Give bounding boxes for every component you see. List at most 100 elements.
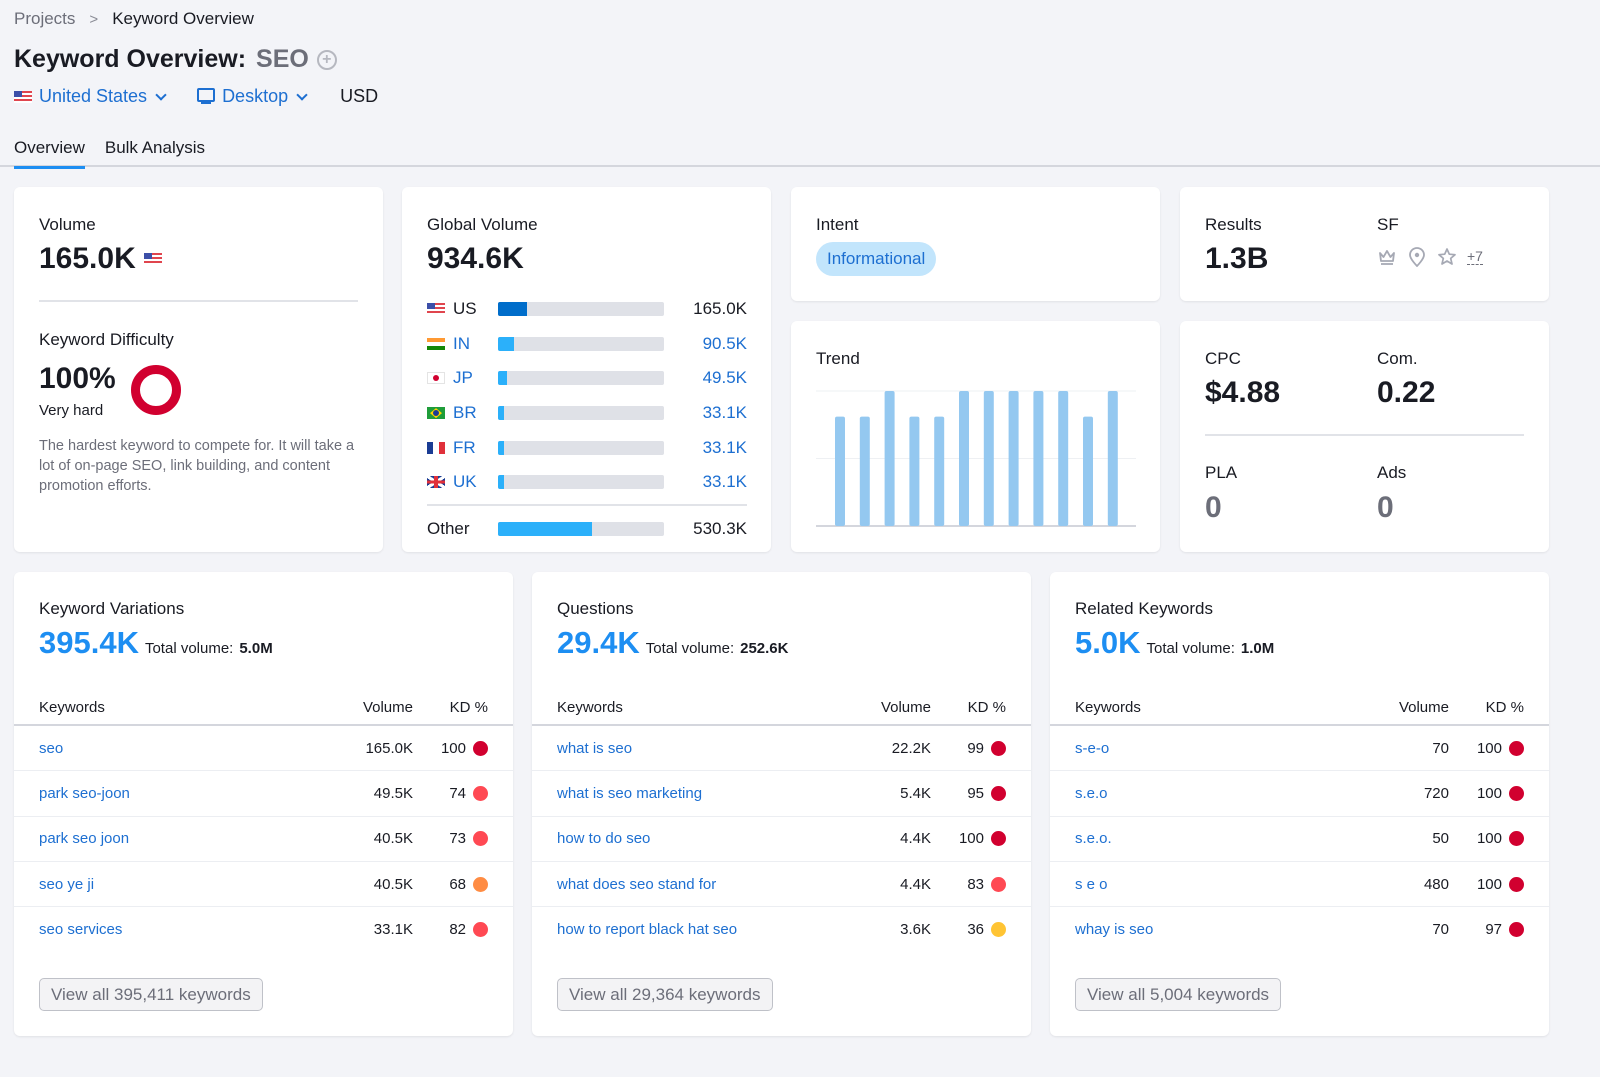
trend-card: Trend bbox=[791, 321, 1160, 552]
country-volume-value[interactable]: 33.1K bbox=[664, 403, 747, 423]
keyword-link[interactable]: what is seo bbox=[557, 740, 841, 757]
count-row: 5.0K Total volume: 1.0M bbox=[1075, 625, 1274, 661]
country-code[interactable]: FR bbox=[453, 438, 498, 458]
country-volume-bar bbox=[498, 475, 664, 490]
total-volume-label: Total volume: bbox=[1146, 640, 1235, 657]
in-flag-icon bbox=[427, 337, 445, 350]
keyword-link[interactable]: s.e.o bbox=[1075, 785, 1359, 802]
trend-bar[interactable] bbox=[959, 391, 969, 526]
country-volume-value[interactable]: 33.1K bbox=[664, 438, 747, 458]
keyword-count-link[interactable]: 5.0K bbox=[1075, 625, 1140, 661]
difficulty-dot-icon bbox=[991, 740, 1006, 756]
trend-bar[interactable] bbox=[835, 416, 845, 526]
trend-bar[interactable] bbox=[1058, 391, 1069, 526]
global-volume-card: Global Volume 934.6K US 165.0K IN 90.5K JP 49… bbox=[402, 187, 771, 552]
divider bbox=[427, 503, 747, 506]
country-code[interactable]: UK bbox=[453, 472, 498, 492]
chevron-down-icon bbox=[296, 88, 308, 101]
tab-overview[interactable]: Overview bbox=[14, 136, 85, 169]
count-row: 29.4K Total volume: 252.6K bbox=[557, 625, 788, 661]
trend-bar[interactable] bbox=[1033, 391, 1044, 526]
trend-bar[interactable] bbox=[1083, 416, 1093, 526]
country-volume-value[interactable]: 90.5K bbox=[664, 334, 747, 354]
keyword-count-link[interactable]: 395.4K bbox=[39, 625, 139, 661]
trend-bar[interactable] bbox=[859, 416, 870, 526]
trend-label: Trend bbox=[816, 349, 860, 368]
view-all-keywords-button[interactable]: View all 29,364 keywords bbox=[557, 978, 773, 1011]
difficulty-dot-icon bbox=[1509, 831, 1524, 847]
intent-badge[interactable]: Informational bbox=[816, 242, 937, 276]
difficulty-dot-icon bbox=[1509, 785, 1524, 801]
volume-value: 480 bbox=[1423, 875, 1449, 893]
trend-bar[interactable] bbox=[884, 391, 895, 526]
kd-value: 100 bbox=[1476, 784, 1502, 802]
keyword-link[interactable]: seo bbox=[39, 740, 323, 757]
keyword-link[interactable]: park seo-joon bbox=[39, 785, 323, 802]
trend-bar[interactable] bbox=[909, 416, 920, 526]
kd-value: 100 bbox=[1476, 830, 1502, 848]
country-code[interactable]: JP bbox=[453, 368, 498, 388]
difficulty-dot-icon bbox=[473, 922, 488, 938]
serp-features-label: SF bbox=[1377, 215, 1399, 234]
kd-value: 99 bbox=[967, 739, 984, 757]
volume-value: 33.1K bbox=[373, 921, 413, 939]
crown-icon[interactable] bbox=[1377, 247, 1397, 267]
column-header-kd: KD % bbox=[1485, 698, 1524, 716]
kd-value: 74 bbox=[449, 784, 466, 802]
trend-bar[interactable] bbox=[1008, 391, 1019, 526]
keyword-link[interactable]: seo ye ji bbox=[39, 876, 323, 893]
us-flag-icon bbox=[427, 303, 445, 316]
difficulty-dot-icon bbox=[991, 831, 1006, 847]
add-to-list-icon[interactable]: + bbox=[316, 49, 337, 70]
star-icon[interactable] bbox=[1437, 247, 1457, 267]
device-dropdown[interactable]: Desktop bbox=[197, 86, 308, 107]
volume-value: 5.4K bbox=[900, 784, 931, 802]
keyword-link[interactable]: s e o bbox=[1075, 876, 1359, 893]
country-volume-bar-fill bbox=[498, 475, 504, 490]
related-keywords-card: Related Keywords 5.0K Total volume: 1.0M Key… bbox=[1050, 572, 1549, 1036]
keyword-link[interactable]: whay is seo bbox=[1075, 921, 1359, 938]
pla-value: 0 bbox=[1205, 491, 1222, 524]
desktop-monitor-icon bbox=[197, 88, 216, 105]
tab-bulk-analysis[interactable]: Bulk Analysis bbox=[105, 136, 205, 167]
keyword-link[interactable]: what is seo marketing bbox=[557, 785, 841, 802]
keyword-count-link[interactable]: 29.4K bbox=[557, 625, 640, 661]
us-flag-icon bbox=[143, 253, 162, 265]
country-volume-value[interactable]: 33.1K bbox=[664, 472, 747, 492]
table-header: Keywords Volume KD % bbox=[14, 690, 513, 726]
country-code[interactable]: BR bbox=[453, 403, 498, 423]
global-volume-label: Global Volume bbox=[427, 215, 538, 234]
volume-value: 4.4K bbox=[900, 830, 931, 848]
keyword-difficulty-value: 100% bbox=[39, 362, 116, 395]
volume-value: 3.6K bbox=[900, 921, 931, 939]
keyword-link[interactable]: how to do seo bbox=[557, 830, 841, 847]
trend-bar[interactable] bbox=[983, 391, 994, 526]
breadcrumb-current: Keyword Overview bbox=[112, 9, 254, 28]
country-volume-value[interactable]: 49.5K bbox=[664, 368, 747, 388]
breadcrumb-projects-link[interactable]: Projects bbox=[14, 9, 75, 29]
pin-icon[interactable] bbox=[1407, 247, 1427, 267]
keyword-link[interactable]: what does seo stand for bbox=[557, 876, 841, 893]
kd-cell: 100 bbox=[1449, 876, 1524, 893]
trend-bar[interactable] bbox=[934, 416, 945, 526]
trend-bar[interactable] bbox=[1107, 391, 1118, 526]
view-all-keywords-button[interactable]: View all 5,004 keywords bbox=[1075, 978, 1282, 1011]
kd-cell: 100 bbox=[931, 830, 1006, 847]
keyword-link[interactable]: s-e-o bbox=[1075, 740, 1359, 757]
kd-value: 68 bbox=[449, 875, 466, 893]
country-code[interactable]: IN bbox=[453, 334, 498, 354]
kd-cell: 100 bbox=[1449, 740, 1524, 757]
kd-value: 100 bbox=[440, 739, 466, 757]
keyword-link[interactable]: s.e.o. bbox=[1075, 830, 1359, 847]
cpc-label: CPC bbox=[1205, 349, 1241, 368]
page-title: Keyword Overview: SEO + bbox=[14, 45, 337, 74]
keyword-link[interactable]: seo services bbox=[39, 921, 323, 938]
view-all-keywords-button[interactable]: View all 395,411 keywords bbox=[39, 978, 263, 1011]
serp-features-more-link[interactable]: +7 bbox=[1467, 249, 1483, 265]
keyword-link[interactable]: how to report black hat seo bbox=[557, 921, 841, 938]
country-dropdown[interactable]: United States bbox=[14, 86, 167, 107]
country-row: BR 33.1K bbox=[427, 396, 747, 431]
volume-card: Volume 165.0K Keyword Difficulty 100% Ve… bbox=[14, 187, 383, 552]
global-volume-value: 934.6K bbox=[427, 242, 524, 275]
keyword-link[interactable]: park seo joon bbox=[39, 830, 323, 847]
